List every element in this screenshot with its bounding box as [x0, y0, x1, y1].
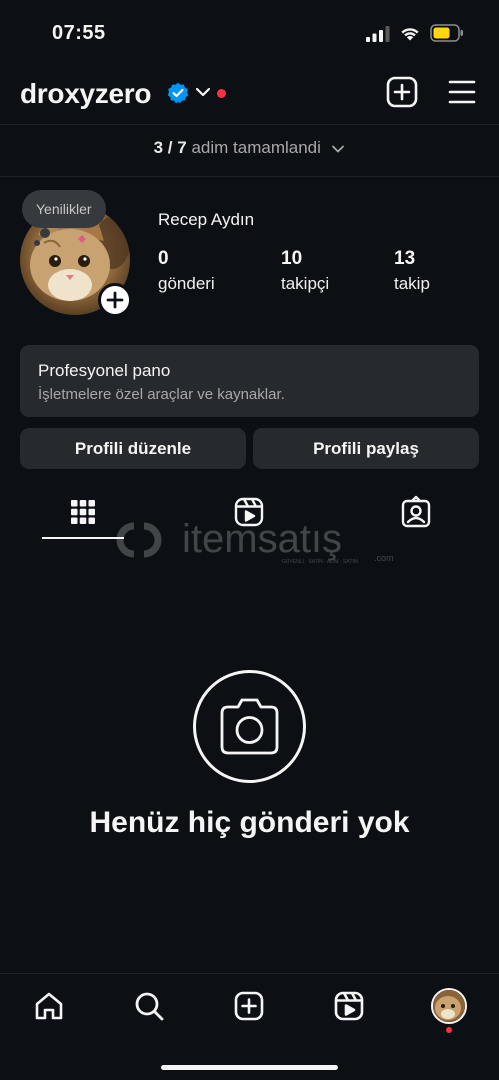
- share-profile-button[interactable]: Profili paylaş: [253, 428, 479, 469]
- tab-grid[interactable]: [65, 494, 101, 530]
- divider: [0, 124, 499, 125]
- full-name: Recep Aydın: [158, 210, 255, 229]
- create-button[interactable]: [386, 76, 418, 108]
- professional-dashboard[interactable]: Profesyonel pano İşletmelere özel araçla…: [20, 345, 479, 417]
- plus-icon: [106, 291, 124, 309]
- notification-dot: [446, 1027, 452, 1033]
- bottom-nav: [0, 973, 499, 1080]
- grid-icon: [71, 500, 95, 524]
- add-story-button[interactable]: [98, 283, 132, 317]
- setup-progress[interactable]: 3 / 7 adim tamamlandi: [0, 126, 499, 176]
- avatar-image: [433, 990, 465, 1022]
- progress-label: adim tamamlandi: [191, 138, 321, 157]
- stat-label: takipçi: [281, 274, 330, 293]
- profile-header: droxyzero: [0, 62, 499, 124]
- home-icon[interactable]: [33, 990, 65, 1022]
- itemsatis-watermark: itemsatış GÜVENLİ · SATIN · ALIM · SATIM…: [116, 517, 394, 565]
- battery-icon: [430, 24, 463, 42]
- cellular-signal-icon: [366, 26, 390, 42]
- home-indicator: [161, 1065, 338, 1070]
- divider: [0, 176, 499, 177]
- tagged-icon: [401, 495, 431, 528]
- stat-label: gönderi: [158, 274, 215, 293]
- notification-dot: [217, 89, 226, 98]
- pro-dashboard-subtitle: İşletmelere özel araçlar ve kaynaklar.: [38, 386, 285, 403]
- wifi-icon: [401, 28, 419, 41]
- search-icon[interactable]: [133, 990, 165, 1022]
- pro-dashboard-title: Profesyonel pano: [38, 361, 171, 380]
- verified-badge-icon: [167, 82, 189, 104]
- create-icon[interactable]: [233, 990, 265, 1022]
- progress-text: 3 / 7 adim tamamlandi: [154, 138, 321, 158]
- stat-following[interactable]: 13 takip: [394, 248, 430, 294]
- status-bar: 07:55: [0, 0, 499, 62]
- empty-state-title: Henüz hiç gönderi yok: [89, 806, 410, 839]
- chevron-down-icon: [332, 145, 345, 153]
- reels-icon[interactable]: [333, 990, 365, 1022]
- edit-profile-button[interactable]: Profili düzenle: [20, 428, 246, 469]
- stat-value: 0: [158, 248, 169, 269]
- profile-tab-avatar[interactable]: [431, 988, 467, 1024]
- username-switcher[interactable]: droxyzero: [20, 78, 151, 110]
- watermark-suffix: .com: [374, 553, 394, 563]
- stat-label: takip: [394, 274, 430, 293]
- chevron-down-icon[interactable]: [194, 85, 212, 99]
- stat-followers[interactable]: 10 takipçi: [281, 248, 329, 294]
- watermark-tagline: GÜVENLİ · SATIN · ALIM · SATIM: [282, 558, 358, 565]
- watermark-brand: itemsatış: [182, 517, 342, 561]
- note-bubble[interactable]: Yenilikler: [22, 190, 106, 228]
- note-bubble-tail: [34, 240, 40, 246]
- camera-icon: [220, 698, 279, 755]
- stat-value: 10: [281, 248, 303, 269]
- note-bubble-tail: [40, 228, 50, 238]
- stat-value: 13: [394, 248, 416, 269]
- progress-count: 3 / 7: [153, 138, 187, 157]
- empty-state-camera: [193, 670, 306, 783]
- menu-button[interactable]: [448, 79, 476, 105]
- stat-posts[interactable]: 0 gönderi: [158, 248, 215, 294]
- status-time: 07:55: [52, 22, 106, 44]
